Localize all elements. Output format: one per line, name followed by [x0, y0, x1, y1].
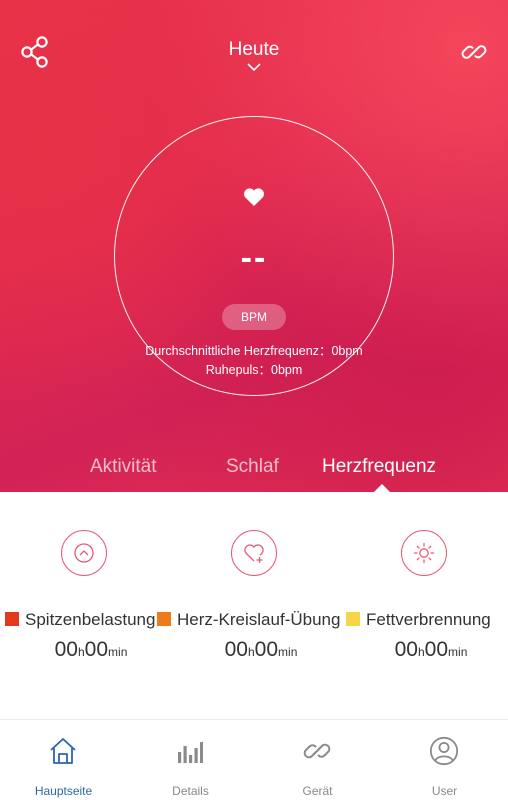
minutes-unit: min [108, 645, 128, 659]
resting-heart-rate: Ruhepuls：0bpm [205, 363, 303, 377]
nav-label: User [431, 784, 458, 798]
hours-unit: h [77, 645, 85, 659]
zone-duration-peak: 00h00min [21, 638, 161, 662]
share-icon [21, 36, 48, 68]
tab-herzfrequenz[interactable]: Herzfrequenz [322, 455, 436, 479]
date-selector[interactable]: Heute [204, 38, 304, 72]
category-tabs: Aktivität Schlaf Herzfrequenz [0, 455, 508, 492]
nav-geraet[interactable]: Gerät [254, 720, 381, 800]
zone-legend-fatburn: Fettverbrennung [346, 609, 491, 633]
zone-legend-cardio: Herz-Kreislauf-Übung [157, 609, 340, 633]
average-heart-rate: Durchschnittliche Herzfrequenz：0bpm [145, 344, 363, 358]
bottom-navigation: Hauptseite Details Gerät User [0, 719, 508, 800]
nav-details[interactable]: Details [127, 720, 254, 800]
heart-plus-icon [244, 544, 264, 563]
tab-aktivitaet[interactable]: Aktivität [90, 455, 157, 479]
zone-swatch [157, 612, 171, 626]
nav-user[interactable]: User [381, 720, 508, 800]
zone-swatch [5, 612, 19, 626]
zone-label: Herz-Kreislauf-Übung [177, 610, 341, 629]
fatburn-zone-icon-circle [401, 530, 447, 576]
home-icon [50, 738, 76, 764]
cardio-zone-icon-circle [231, 530, 277, 576]
peak-zone-icon-circle [61, 530, 107, 576]
zone-legend-peak: Spitzenbelastung [5, 609, 155, 633]
zone-duration-fatburn: 00h00min [361, 638, 501, 662]
date-label: Heute [228, 39, 280, 60]
duration-minutes: 00 [424, 638, 449, 661]
duration-hours: 00 [54, 638, 78, 661]
zone-label: Fettverbrennung [366, 610, 491, 629]
duration-minutes: 00 [84, 638, 109, 661]
nav-label: Hauptseite [34, 784, 93, 798]
bpm-value: -- [240, 239, 268, 277]
minutes-unit: min [448, 645, 468, 659]
nav-label: Gerät [302, 784, 333, 798]
link-icon [303, 743, 331, 759]
hours-unit: h [247, 645, 255, 659]
bar-chart-icon [178, 742, 203, 763]
tab-schlaf[interactable]: Schlaf [226, 455, 279, 479]
bpm-unit-badge: BPM [222, 304, 286, 330]
chevron-down-icon [247, 63, 261, 72]
chevron-up-circle-icon [74, 543, 94, 563]
connect-device-button[interactable] [460, 38, 488, 66]
duration-hours: 00 [394, 638, 418, 661]
nav-label: Details [172, 784, 209, 798]
hours-unit: h [417, 645, 425, 659]
duration-minutes: 00 [254, 638, 279, 661]
heart-rate-hero: Heute -- BPM Durchschnittliche Herzfrequ… [0, 0, 508, 492]
active-tab-indicator [374, 484, 390, 492]
link-icon [461, 45, 487, 59]
nav-hauptseite[interactable]: Hauptseite [0, 720, 127, 800]
user-icon [429, 736, 459, 766]
minutes-unit: min [278, 645, 298, 659]
duration-hours: 00 [224, 638, 248, 661]
zone-swatch [346, 612, 360, 626]
heart-icon [244, 188, 264, 206]
sun-icon [413, 542, 435, 564]
zone-label: Spitzenbelastung [25, 610, 156, 629]
share-button[interactable] [20, 36, 50, 68]
zone-duration-cardio: 00h00min [191, 638, 331, 662]
